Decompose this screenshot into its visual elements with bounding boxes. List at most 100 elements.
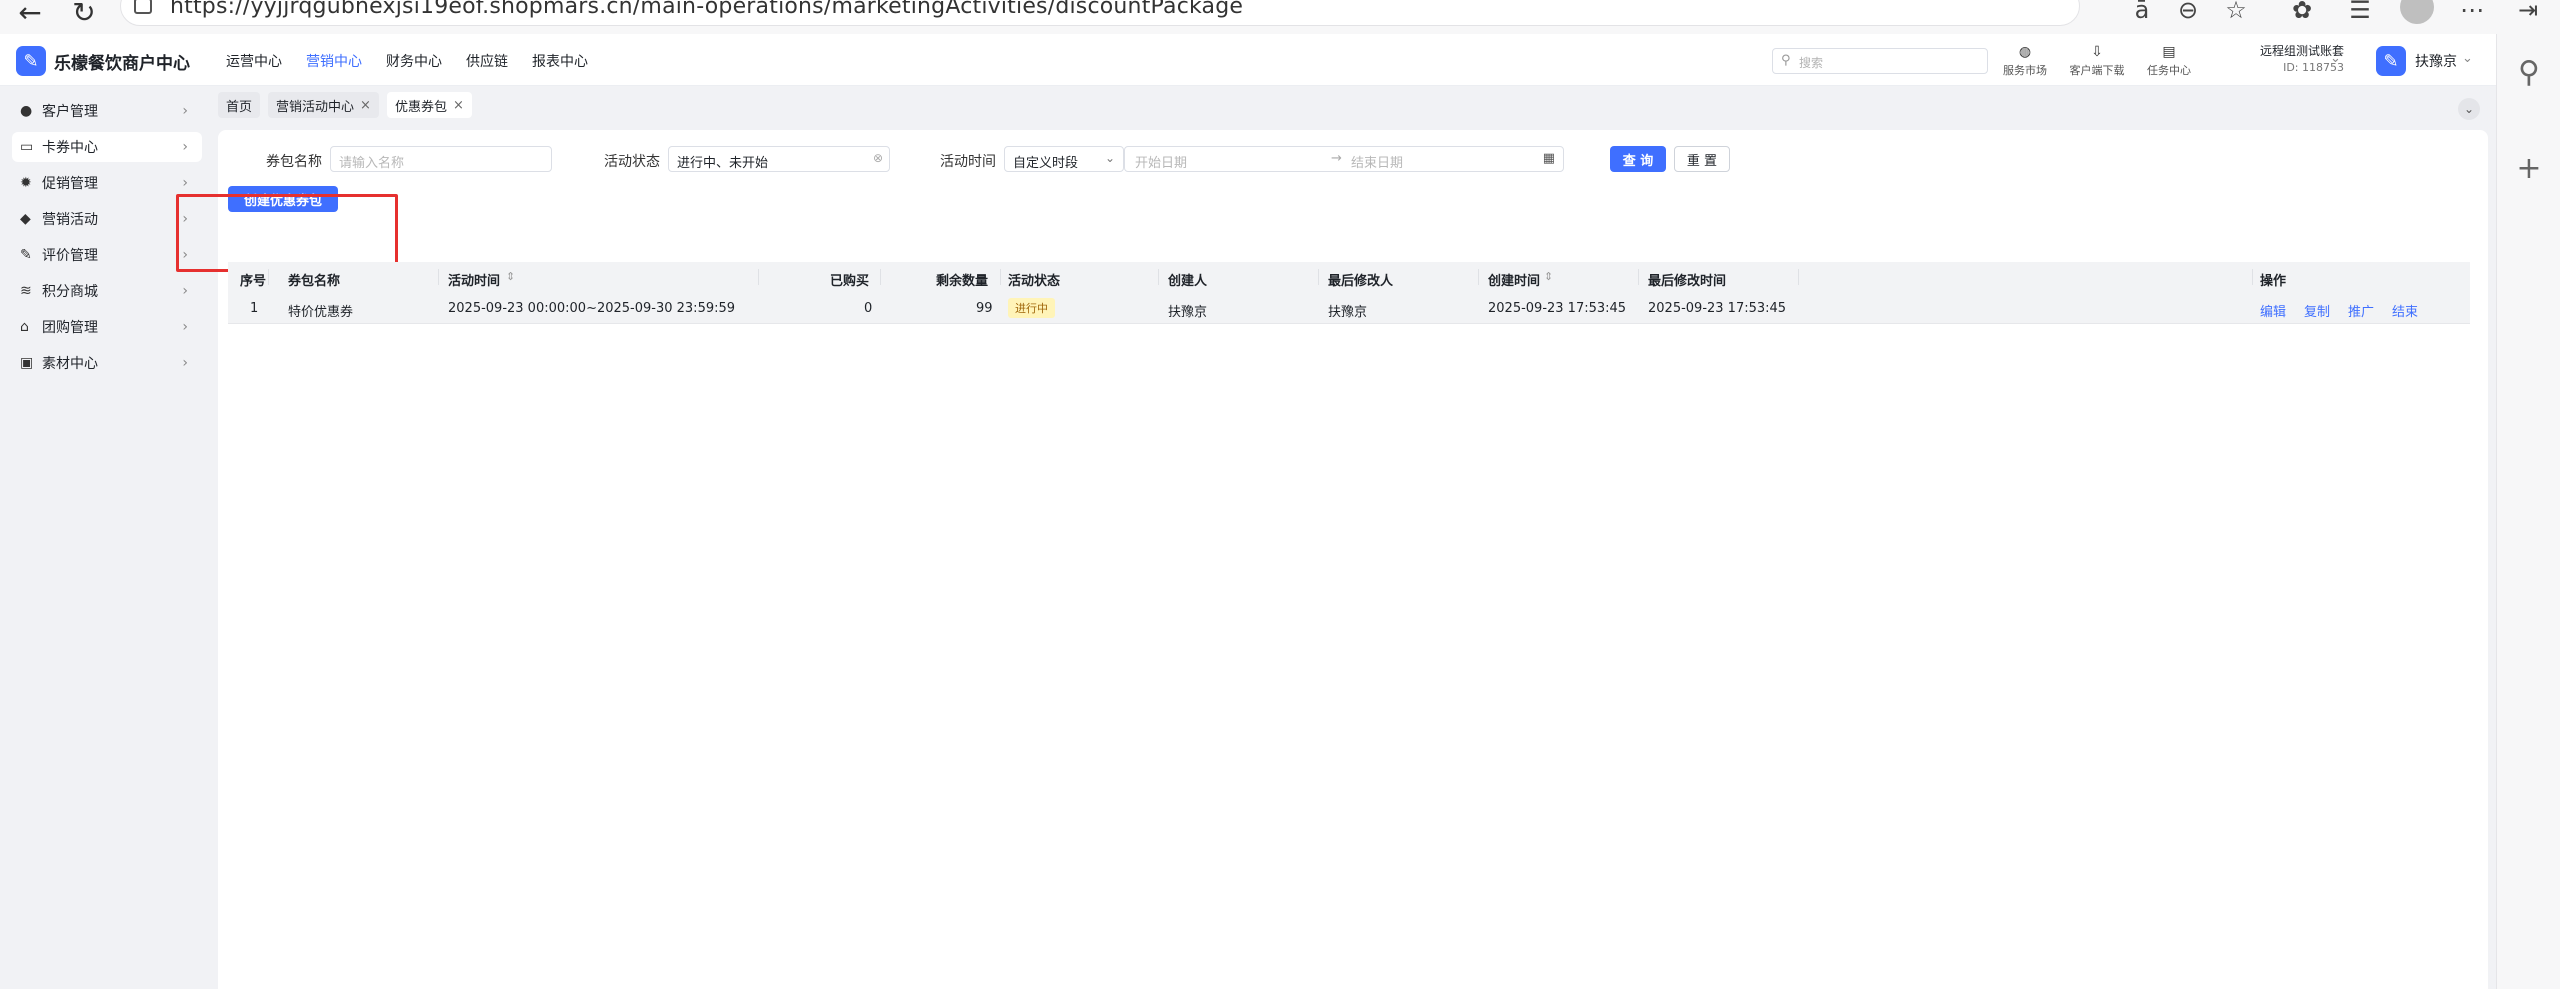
top-menu-operations[interactable]: 运营中心	[226, 51, 282, 71]
tag-icon: ◆	[20, 211, 31, 227]
edit-link[interactable]: 编辑	[2260, 301, 2286, 320]
download-icon: ⇩	[2091, 44, 2103, 60]
column-divider	[758, 269, 759, 285]
tab-marketing-center[interactable]: 营销活动中心 ×	[268, 92, 379, 118]
sidebar-item-label: 团购管理	[42, 320, 98, 336]
search-icon[interactable]: ⚲	[2497, 52, 2560, 92]
client-download-button[interactable]: ⇩ 客户端下载	[2062, 44, 2132, 78]
status-badge: 进行中	[1008, 298, 1055, 318]
user-name[interactable]: 扶豫京	[2415, 51, 2457, 71]
tab-label: 优惠券包	[394, 99, 447, 115]
cell-modified: 2025-09-23 17:53:45	[1648, 301, 1787, 316]
client-download-label: 客户端下载	[2069, 64, 2125, 77]
favorites-list-icon[interactable]: ☰	[2340, 0, 2380, 24]
sidebar-toggle-icon[interactable]: ⇥	[2508, 0, 2548, 24]
browser-side-rail: ⚲ +	[2496, 34, 2560, 989]
brand-name[interactable]: 乐檬餐饮商户中心	[54, 49, 190, 74]
cell-creator: 扶豫京	[1168, 305, 1208, 320]
top-menu-reports[interactable]: 报表中心	[532, 51, 588, 71]
url-text[interactable]: https://yyjjrqgubnexjsi19eof.shopmars.cn…	[170, 0, 1243, 19]
top-menu-finance[interactable]: 财务中心	[386, 51, 442, 71]
tab-discount-package[interactable]: 优惠券包 ×	[386, 92, 472, 118]
column-divider	[1158, 269, 1159, 285]
sidebar-item-label: 促销管理	[42, 176, 98, 192]
column-header-sortable[interactable]: 创建时间	[1488, 270, 1540, 289]
app-window: ✎ 乐檬餐饮商户中心 运营中心 营销中心 财务中心 供应链 报表中心 ⚲ 搜索 …	[0, 34, 2496, 989]
read-aloud-icon[interactable]: ā	[2122, 0, 2162, 24]
top-menu-supply-chain[interactable]: 供应链	[466, 51, 508, 71]
sidebar-item-label: 营销活动	[42, 212, 98, 228]
cell-modifier: 扶豫京	[1328, 305, 1368, 320]
extensions-icon[interactable]: ✿	[2282, 0, 2322, 24]
zoom-icon[interactable]: ⊖	[2168, 0, 2208, 24]
account-name: 远程组测试账套	[2259, 44, 2344, 58]
column-header-sortable[interactable]: 活动时间	[448, 270, 500, 289]
sort-icon[interactable]: ⇕	[506, 270, 515, 283]
column-header: 操作	[2260, 274, 2287, 289]
tab-home[interactable]: 首页	[218, 92, 261, 118]
top-navigation: ✎ 乐檬餐饮商户中心 运营中心 营销中心 财务中心 供应链 报表中心 ⚲ 搜索 …	[0, 34, 2496, 86]
global-search-input[interactable]: ⚲ 搜索	[1772, 48, 1988, 74]
browser-toolbar: ← ↻ https://yyjjrqgubnexjsi19eof.shopmar…	[0, 0, 2560, 34]
back-arrow-icon[interactable]: ←	[10, 0, 50, 29]
chevron-down-icon[interactable]: ⌄	[2330, 51, 2341, 66]
sidebar-item-customers[interactable]: ● 客户管理 ›	[12, 96, 202, 126]
sidebar-item-card-coupons[interactable]: ▭ 卡券中心 ›	[12, 132, 202, 162]
sidebar-item-label: 评价管理	[42, 248, 98, 264]
status-select[interactable]: 进行中、未开始 ⊗	[668, 146, 890, 172]
copy-link[interactable]: 复制	[2304, 301, 2330, 320]
store-icon: ⌂	[20, 319, 29, 335]
task-center-label: 任务中心	[2147, 64, 2191, 77]
close-icon[interactable]: ×	[360, 98, 371, 113]
sidebar-item-label: 积分商城	[42, 284, 98, 300]
cell-bought: 0	[864, 301, 873, 316]
favorite-star-icon[interactable]: ☆	[2216, 0, 2256, 24]
tabs-expand-button[interactable]: ⌄	[2458, 98, 2480, 120]
sidebar-item-label: 素材中心	[42, 356, 98, 372]
reload-icon[interactable]: ↻	[64, 0, 104, 29]
more-icon[interactable]: ⋯	[2452, 0, 2492, 24]
user-avatar[interactable]: ✎	[2376, 46, 2406, 76]
sidebar-item-points-mall[interactable]: ≋ 积分商城 ›	[12, 276, 202, 306]
reset-button[interactable]: 重 置	[1674, 146, 1730, 172]
bag-icon: ◍	[2018, 44, 2032, 60]
task-center-button[interactable]: ▤ 任务中心	[2134, 44, 2204, 78]
chevron-right-icon: ›	[182, 355, 188, 371]
sidebar-item-group-buying[interactable]: ⌂ 团购管理 ›	[12, 312, 202, 342]
time-type-select[interactable]: 自定义时段 ⌄	[1004, 146, 1124, 172]
sidebar-item-promotions[interactable]: ✹ 促销管理 ›	[12, 168, 202, 198]
service-market-button[interactable]: ◍ 服务市场	[1990, 44, 2060, 78]
sort-icon[interactable]: ⇕	[1544, 270, 1553, 283]
end-link[interactable]: 结束	[2392, 301, 2418, 320]
page-tabs: 首页 营销活动中心 × 优惠券包 ×	[218, 92, 472, 120]
chevron-down-icon[interactable]: ⌄	[2462, 51, 2473, 66]
start-date-placeholder: 开始日期	[1135, 156, 1188, 171]
brand-logo[interactable]: ✎	[16, 46, 46, 76]
cell-name: 特价优惠券	[288, 305, 354, 320]
sidebar-item-marketing-activities[interactable]: ◆ 营销活动 ›	[12, 204, 202, 234]
date-range-picker[interactable]: 开始日期 → 结束日期 ▦	[1124, 146, 1564, 172]
time-type-value: 自定义时段	[1013, 156, 1079, 171]
site-info-icon[interactable]	[134, 0, 152, 14]
package-name-placeholder: 请输入名称	[339, 156, 405, 171]
cell-time: 2025-09-23 00:00:00~2025-09-30 23:59:59	[448, 301, 736, 316]
account-switcher[interactable]: 远程组测试账套 ID: 118753	[2236, 42, 2344, 74]
add-icon[interactable]: +	[2497, 148, 2560, 188]
status-value: 进行中、未开始	[677, 156, 769, 171]
close-icon[interactable]: ×	[453, 98, 464, 113]
clear-icon[interactable]: ⊗	[873, 151, 883, 165]
top-menu-marketing[interactable]: 营销中心	[306, 51, 362, 71]
sidebar-item-materials[interactable]: ▣ 素材中心 ›	[12, 348, 202, 378]
tab-label: 首页	[226, 99, 253, 115]
profile-avatar[interactable]	[2400, 0, 2434, 24]
sidebar-item-label: 客户管理	[42, 104, 98, 120]
main-content	[218, 130, 2488, 989]
package-name-input[interactable]: 请输入名称	[330, 146, 552, 172]
query-button[interactable]: 查 询	[1610, 146, 1666, 172]
promote-link[interactable]: 推广	[2348, 301, 2374, 320]
sidebar-item-reviews[interactable]: ✎ 评价管理 ›	[12, 240, 202, 270]
chevron-right-icon: ›	[182, 103, 188, 119]
column-header: 已购买	[830, 274, 870, 289]
cell-index: 1	[250, 301, 259, 316]
table-row[interactable]: 1 特价优惠券 2025-09-23 00:00:00~2025-09-30 2…	[228, 292, 2470, 324]
